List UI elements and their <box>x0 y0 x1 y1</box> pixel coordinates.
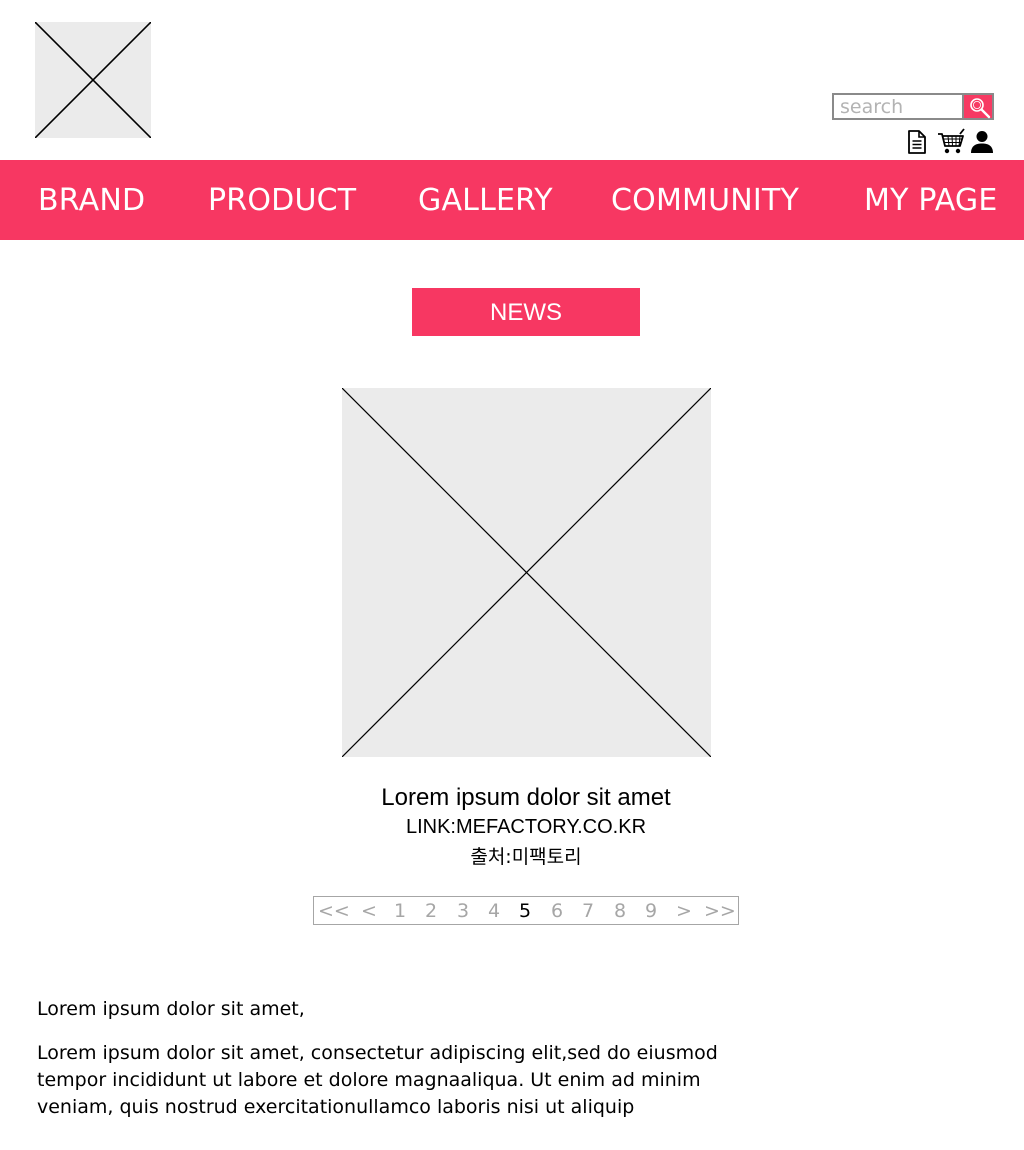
article-link[interactable]: LINK:MEFACTORY.CO.KR <box>0 816 1024 839</box>
magnifier-icon <box>970 98 991 119</box>
nav-item-product[interactable]: PRODUCT <box>208 160 356 240</box>
page-link-9[interactable]: 9 <box>642 897 660 924</box>
logo-image-placeholder[interactable] <box>35 22 151 138</box>
nav-item-community[interactable]: COMMUNITY <box>611 160 799 240</box>
page-first-button[interactable]: << <box>318 897 350 924</box>
article-source: 출처:미팩토리 <box>470 846 582 868</box>
page-link-1[interactable]: 1 <box>391 897 409 924</box>
cart-icon[interactable] <box>937 128 965 156</box>
document-icon[interactable] <box>905 128 929 156</box>
nav-item-my-page[interactable]: MY PAGE <box>864 160 998 240</box>
image-placeholder-icon <box>342 388 711 757</box>
news-tab[interactable]: NEWS <box>412 288 640 336</box>
page-next-button[interactable]: > <box>673 897 695 924</box>
search-box <box>832 93 994 120</box>
pagination: << < 1 2 3 4 5 6 7 8 9 > >> <box>313 896 739 925</box>
page-prev-button[interactable]: < <box>358 897 380 924</box>
article-lead: Lorem ipsum dolor sit amet, <box>37 998 305 1020</box>
page-link-6[interactable]: 6 <box>548 897 566 924</box>
page-last-button[interactable]: >> <box>704 897 736 924</box>
article-body: Lorem ipsum dolor sit amet, consectetur … <box>37 1042 718 1118</box>
page-link-2[interactable]: 2 <box>422 897 440 924</box>
search-input[interactable] <box>832 93 963 120</box>
nav-item-brand[interactable]: BRAND <box>38 160 145 240</box>
page-link-3[interactable]: 3 <box>454 897 472 924</box>
article-image-placeholder[interactable] <box>342 388 711 757</box>
user-icon[interactable] <box>970 128 994 156</box>
article-title: Lorem ipsum dolor sit amet <box>381 784 671 811</box>
page-link-4[interactable]: 4 <box>485 897 503 924</box>
nav-item-gallery[interactable]: GALLERY <box>418 160 553 240</box>
page-link-5-current[interactable]: 5 <box>516 897 534 924</box>
search-button[interactable] <box>962 93 994 120</box>
page-link-7[interactable]: 7 <box>579 897 597 924</box>
page-link-8[interactable]: 8 <box>611 897 629 924</box>
main-nav: BRAND PRODUCT GALLERY COMMUNITY MY PAGE <box>0 160 1024 240</box>
image-placeholder-icon <box>35 22 151 138</box>
